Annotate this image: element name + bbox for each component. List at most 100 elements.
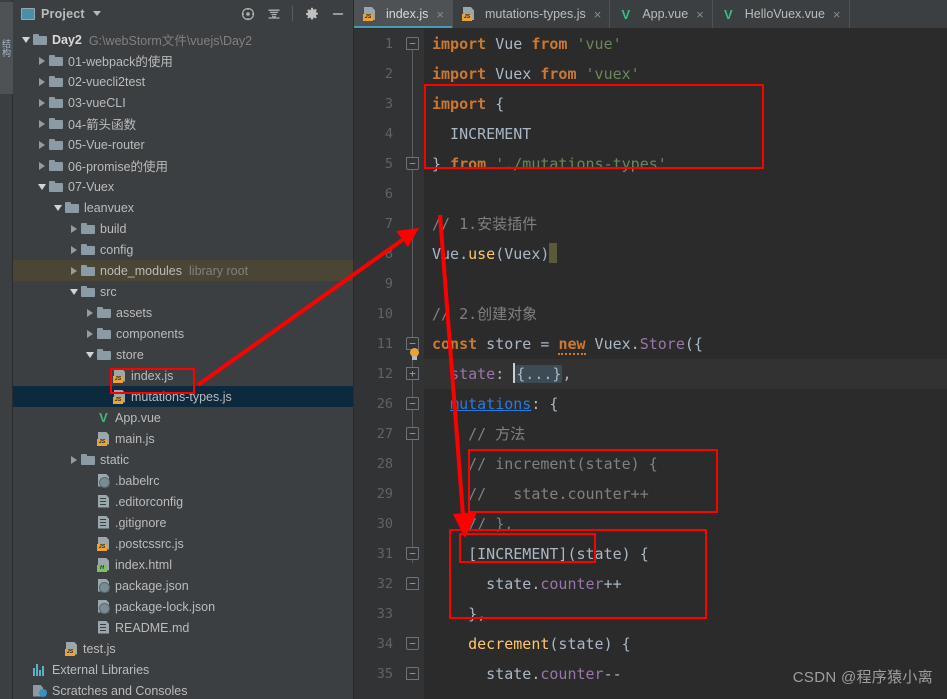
tree-node--editorconfig[interactable]: .editorconfig [13,491,353,512]
tree-node-static[interactable]: static [13,449,353,470]
fold-marker-line-33[interactable]: − [406,637,419,650]
code-area[interactable]: 1 2 3 4 5 6 7 8 9 10 11 12 26 27 28 29 30 31 32 33 34 35 − − … [354,29,947,699]
tree-node-config[interactable]: config [13,239,353,260]
locate-target-icon[interactable] [240,6,255,21]
close-icon[interactable]: × [594,7,602,22]
js-file-icon: JS [113,389,126,404]
fold-marker-line-30[interactable]: − [406,547,419,560]
line-number-32: 32 [376,576,393,592]
folder-icon [49,96,63,109]
tree-node-package-json[interactable]: package.json [13,575,353,596]
tree-node-01-webpack-[interactable]: 01-webpack的使用 [13,50,353,71]
code-line-26: mutations: { [450,395,559,413]
project-panel-actions [240,6,349,21]
expand-arrow-icon[interactable] [35,54,48,67]
editor-tabbar[interactable]: JS index.js × JS mutations-types.js × V App.vue… [354,0,947,29]
line-number-31: 31 [376,546,393,562]
expand-arrow-icon[interactable] [35,159,48,172]
tree-node-scratches-and-consoles[interactable]: Scratches and Consoles [13,680,353,699]
tree-node-index-js[interactable]: JS index.js [13,365,353,386]
fold-marker-line-27[interactable]: − [406,427,419,440]
collapse-arrow-icon[interactable] [35,180,48,193]
fold-gutter[interactable]: − − − + − − − − − − [402,29,424,699]
tree-node-app-vue[interactable]: V App.vue [13,407,353,428]
js-file-icon: JS [461,7,475,21]
folder-icon [81,222,95,235]
tree-node-label: 04-箭头函数 [68,118,137,132]
close-icon[interactable]: × [833,7,841,22]
tree-node-05-vue-router[interactable]: 05-Vue-router [13,134,353,155]
tree-node--postcssrc-js[interactable]: JS .postcssrc.js [13,533,353,554]
expand-arrow-icon[interactable] [35,96,48,109]
tree-node-leanvuex[interactable]: leanvuex [13,197,353,218]
tree-node-07-vuex[interactable]: 07-Vuex [13,176,353,197]
library-icon [33,663,47,676]
tree-node-components[interactable]: components [13,323,353,344]
fold-marker-line-34[interactable]: − [406,667,419,680]
expand-arrow-icon[interactable] [67,222,80,235]
expand-arrow-icon[interactable] [67,264,80,277]
expand-arrow-icon[interactable] [83,327,96,340]
tree-node-assets[interactable]: assets [13,302,353,323]
tab-hellovuex-vue[interactable]: V HelloVuex.vue × [713,0,850,28]
close-icon[interactable]: × [696,7,704,22]
tree-node-mutations-types-js[interactable]: JS mutations-types.js [13,386,353,407]
tree-node-06-promise-[interactable]: 06-promise的使用 [13,155,353,176]
project-panel-title-group[interactable]: Project [21,7,101,21]
expand-arrow-icon[interactable] [35,138,48,151]
chevron-down-icon[interactable] [92,11,101,16]
tree-node-main-js[interactable]: JS main.js [13,428,353,449]
fold-marker-line-12[interactable]: + [406,367,419,380]
line-number-8: 8 [384,246,393,262]
collapse-arrow-icon[interactable] [51,201,64,214]
editor-area: JS index.js × JS mutations-types.js × V App.vue… [354,0,947,699]
expand-arrow-icon[interactable] [35,117,48,130]
collapse-arrow-icon[interactable] [83,348,96,361]
expand-arrow-icon[interactable] [83,306,96,319]
tree-node-label: node_modules [100,263,183,278]
fold-marker-line-1[interactable]: − [406,37,419,50]
tree-node-external-libraries[interactable]: External Libraries [13,659,353,680]
tree-node-build[interactable]: build [13,218,353,239]
tree-node-index-html[interactable]: Hindex.html [13,554,353,575]
tree-node-02-vuecli2test[interactable]: 02-vuecli2test [13,71,353,92]
collapse-arrow-icon[interactable] [67,285,80,298]
code-line-2: import Vuex from 'vuex' [432,65,640,83]
gear-icon[interactable] [304,6,319,21]
tree-node-04-[interactable]: 04-箭头函数 [13,113,353,134]
close-icon[interactable]: × [436,7,444,22]
line-number-33: 33 [376,606,393,622]
tree-node-test-js[interactable]: JS test.js [13,638,353,659]
expand-arrow-icon[interactable] [35,75,48,88]
tree-node-src[interactable]: src [13,281,353,302]
structure-tool-button[interactable]: 结构 [0,2,13,94]
expand-arrow-icon[interactable] [67,243,80,256]
code-line-28: // increment(state) { [468,455,658,473]
tree-node-label: External Libraries [52,662,150,677]
tree-node-package-lock-json[interactable]: package-lock.json [13,596,353,617]
fold-marker-line-26[interactable]: − [406,397,419,410]
code-text[interactable]: import Vue from 'vue' import Vuex from '… [410,29,947,699]
project-tree[interactable]: Day2 G:\webStorm文件\vuejs\Day2 01-webpack的使… [13,27,353,699]
collapse-all-icon[interactable] [266,6,281,21]
expand-arrow-icon[interactable] [67,453,80,466]
tree-node-store[interactable]: store [13,344,353,365]
fold-marker-line-31[interactable]: − [406,577,419,590]
tree-node-readme-md[interactable]: README.md [13,617,353,638]
tree-node--gitignore[interactable]: .gitignore [13,512,353,533]
intention-bulb-icon[interactable] [408,348,421,363]
minimize-icon[interactable] [330,6,345,21]
tree-node-node-modules[interactable]: node_modules library root [13,260,353,281]
tree-node--babelrc[interactable]: .babelrc [13,470,353,491]
tree-node-label: 01-webpack的使用 [68,55,173,69]
collapse-arrow-icon[interactable] [19,33,32,46]
fold-marker-line-5[interactable]: − [406,157,419,170]
tab-mutations-types-js[interactable]: JS mutations-types.js × [453,0,611,28]
tree-node-03-vuecli[interactable]: 03-vueCLI [13,92,353,113]
tree-node-day2[interactable]: Day2 G:\webStorm文件\vuejs\Day2 [13,29,353,50]
tab-index-js[interactable]: JS index.js × [354,0,453,28]
project-panel-icon [21,7,35,20]
tab-app-vue[interactable]: V App.vue × [610,0,713,28]
